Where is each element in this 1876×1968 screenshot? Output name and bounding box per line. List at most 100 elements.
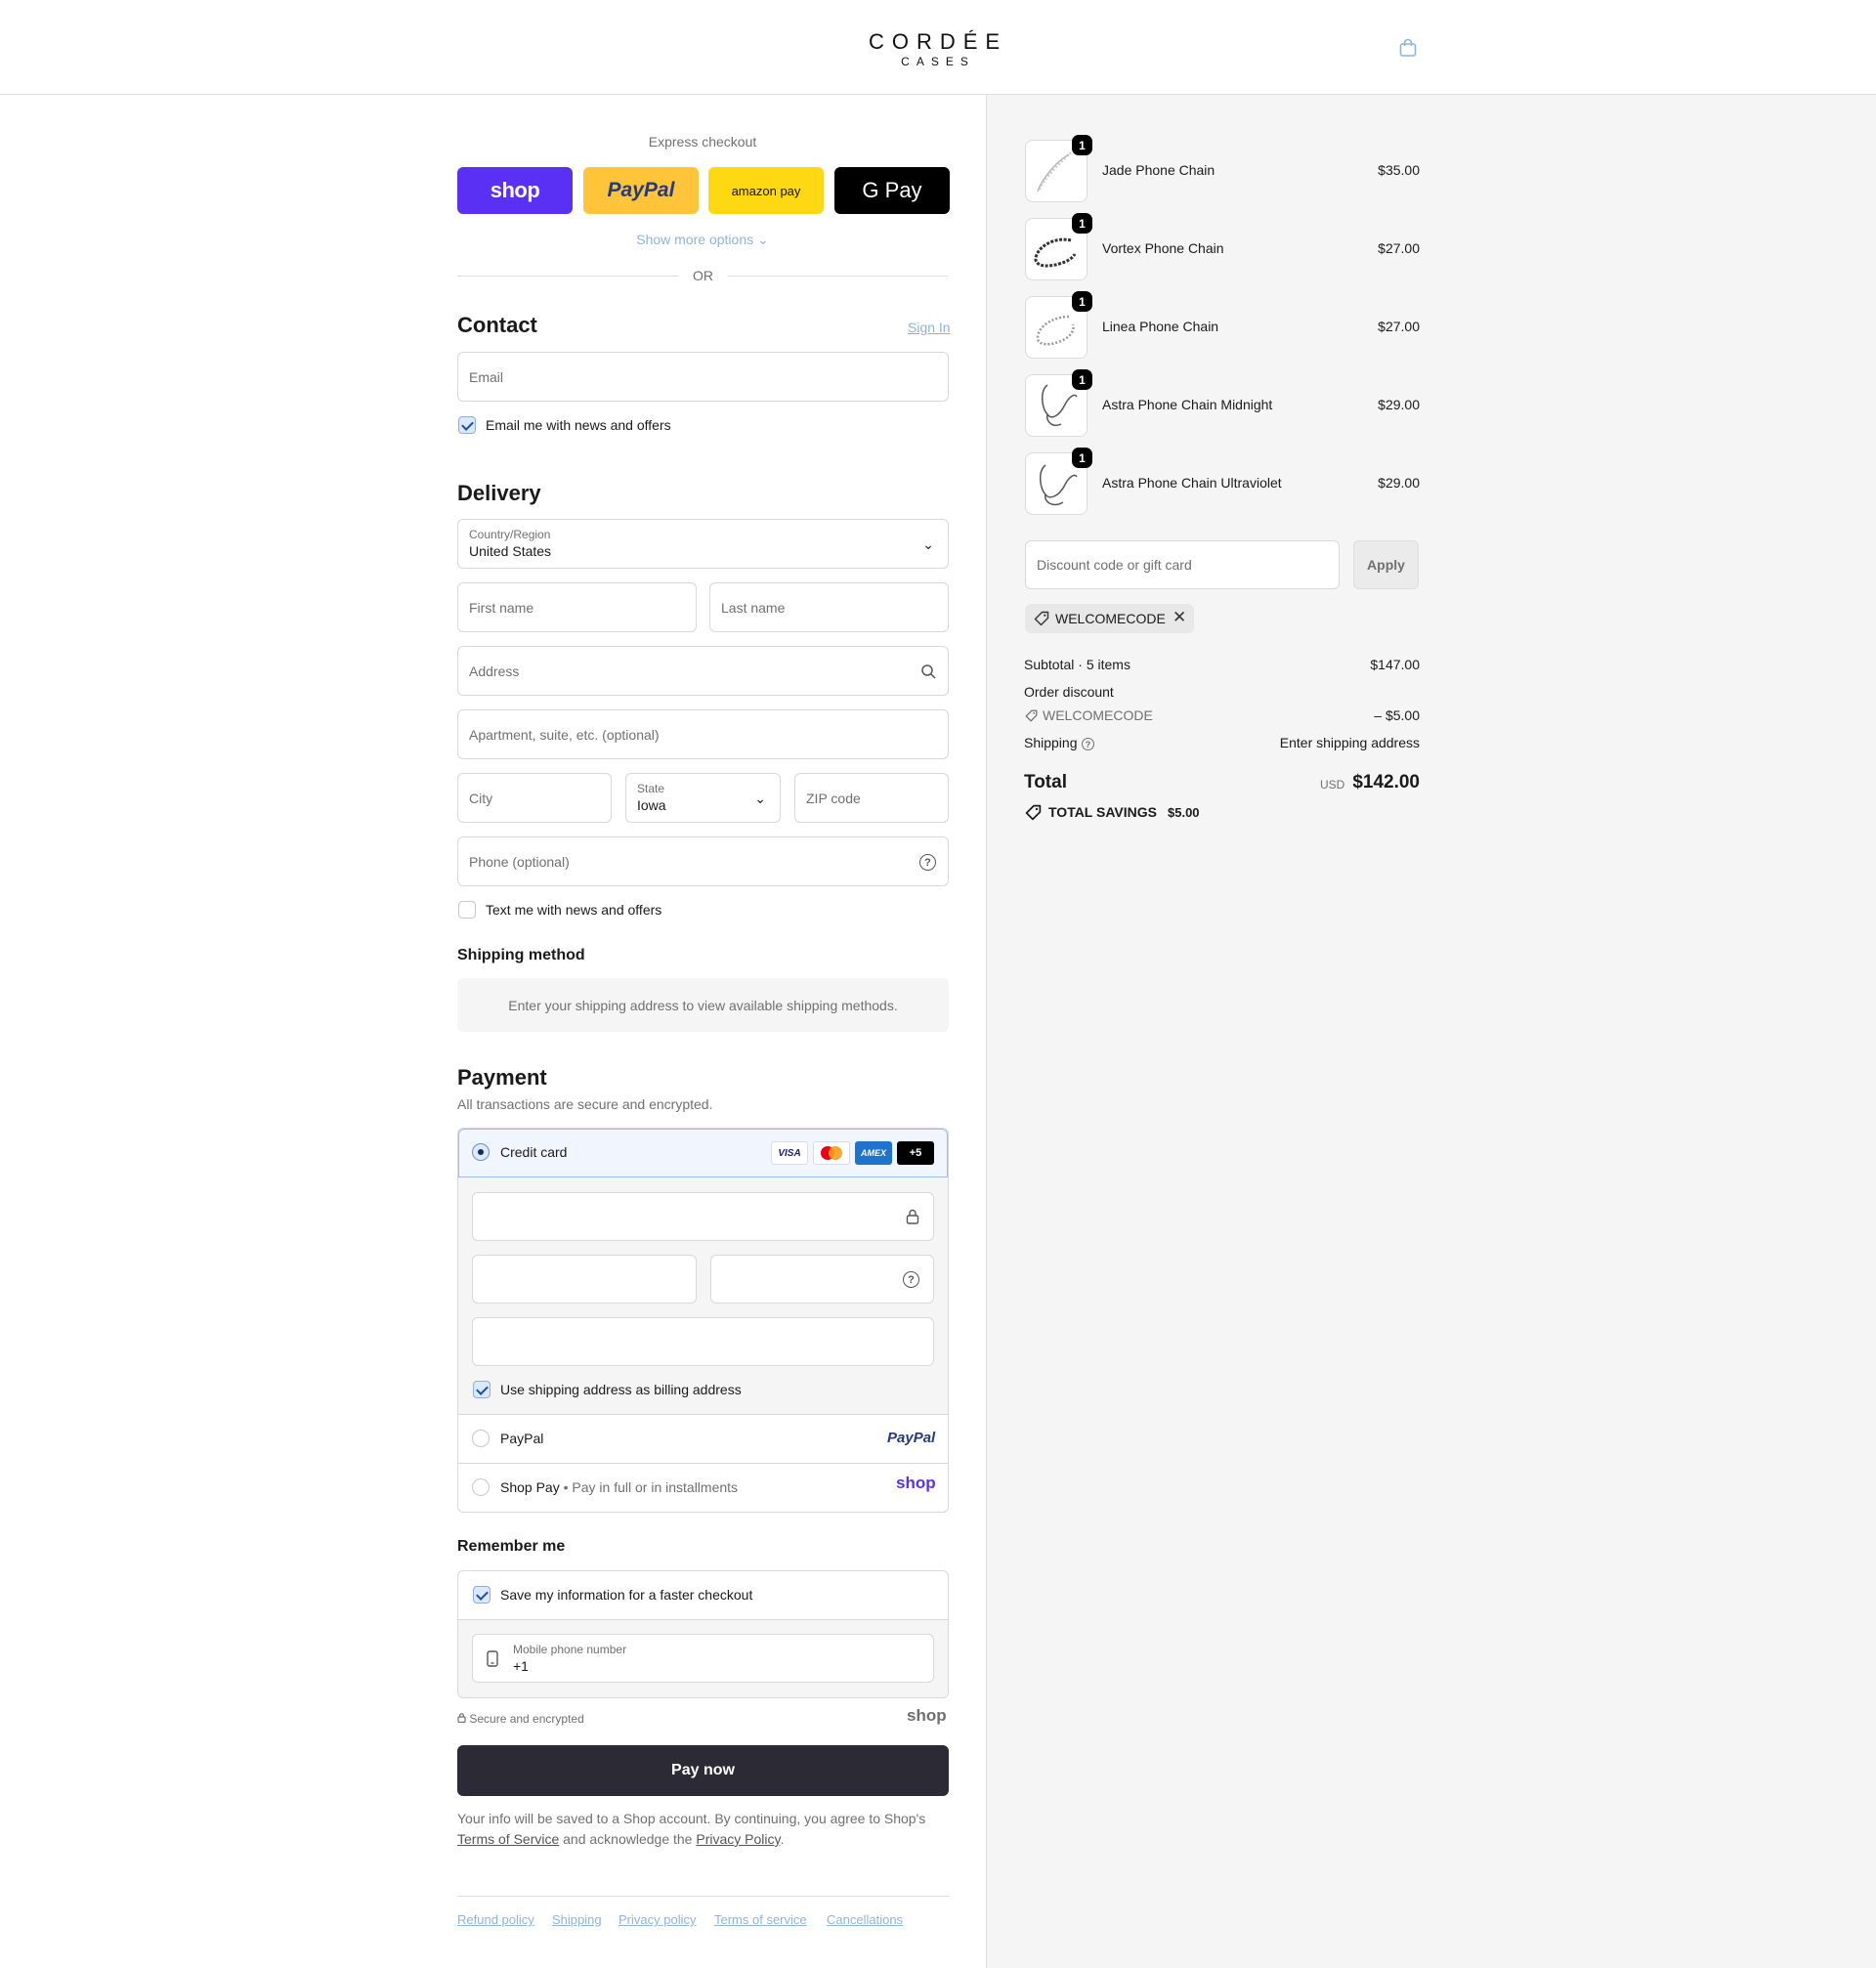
chevron-down-icon: ⌄	[757, 232, 769, 247]
product-price: $27.00	[1378, 240, 1420, 256]
discount-code-label: WELCOMECODE	[1043, 707, 1153, 723]
cancellations-link[interactable]: Cancellations	[827, 1912, 903, 1927]
pay-now-button[interactable]: Pay now	[457, 1745, 949, 1796]
text-news-checkbox[interactable]	[458, 901, 476, 919]
discount-value: – $5.00	[1374, 707, 1420, 723]
savings-tag-icon	[1025, 804, 1042, 825]
shop-pay-name: Shop Pay	[500, 1479, 560, 1495]
zip-field[interactable]: ZIP code	[794, 773, 949, 823]
amex-icon: AMEX	[855, 1141, 892, 1165]
product-name: Jade Phone Chain	[1102, 162, 1215, 178]
mobile-phone-field[interactable]: Mobile phone number +1	[472, 1634, 934, 1683]
subtotal-value: $147.00	[1370, 657, 1420, 672]
product-price: $29.00	[1378, 397, 1420, 412]
billing-address-checkbox[interactable]	[473, 1381, 490, 1398]
security-code-field[interactable]: ?	[710, 1255, 934, 1304]
card-number-field[interactable]	[472, 1192, 934, 1241]
legal-text-1: Your info will be saved to a Shop accoun…	[457, 1811, 926, 1826]
first-name-placeholder: First name	[469, 599, 534, 616]
shop-logo: shop	[907, 1706, 947, 1725]
brand-logo[interactable]: CORDÉE	[0, 29, 1876, 55]
gpay-label: G Pay	[862, 178, 922, 202]
name-on-card-field[interactable]	[472, 1317, 934, 1366]
credit-card-radio[interactable]	[472, 1143, 490, 1161]
divider-right	[728, 276, 948, 277]
payment-title: Payment	[457, 1065, 547, 1090]
search-icon[interactable]	[920, 663, 936, 683]
mobile-phone-value: +1	[513, 1658, 529, 1674]
total-label: Total	[1024, 772, 1067, 792]
billing-address-label: Use shipping address as billing address	[500, 1382, 742, 1397]
last-name-field[interactable]: Last name	[709, 582, 949, 632]
phone-placeholder: Phone (optional)	[469, 853, 570, 870]
state-select[interactable]: State Iowa ⌄	[625, 773, 781, 823]
google-pay-express-button[interactable]: G Pay	[834, 167, 950, 214]
country-select[interactable]: Country/Region United States ⌄	[457, 519, 949, 569]
secure-encrypted-note: Secure and encrypted	[457, 1712, 584, 1726]
show-more-label: Show more options	[636, 232, 754, 247]
chevron-down-icon: ⌄	[922, 536, 934, 552]
total-savings-value: $5.00	[1168, 805, 1200, 820]
apply-discount-button[interactable]: Apply	[1353, 540, 1419, 589]
expiration-field[interactable]	[472, 1255, 697, 1304]
state-label: State	[637, 782, 665, 795]
state-value: Iowa	[637, 797, 666, 813]
save-info-checkbox[interactable]	[473, 1586, 490, 1604]
legal-period: .	[780, 1831, 785, 1847]
paypal-express-button[interactable]: PayPal	[583, 167, 699, 214]
currency-label: USD	[1320, 778, 1345, 791]
save-info-label: Save my information for a faster checkou…	[500, 1587, 753, 1603]
paypal-label: PayPal	[500, 1431, 544, 1446]
shipping-method-title: Shipping method	[457, 947, 585, 963]
privacy-policy-link[interactable]: Privacy Policy	[696, 1831, 780, 1847]
paypal-radio[interactable]	[472, 1430, 490, 1447]
bullet: •	[563, 1479, 569, 1495]
shipping-method-notice: Enter your shipping address to view avai…	[457, 978, 949, 1032]
remove-discount-icon[interactable]: ✕	[1172, 608, 1186, 627]
paypal-label: PayPal	[607, 179, 675, 201]
cart-icon[interactable]	[1398, 38, 1418, 58]
email-field[interactable]: Email	[457, 352, 949, 402]
shop-pay-express-button[interactable]: shop	[457, 167, 573, 214]
express-checkout-title: Express checkout	[648, 134, 757, 150]
product-name: Astra Phone Chain Ultraviolet	[1102, 475, 1282, 491]
quantity-badge: 1	[1072, 369, 1092, 390]
total-savings-label: TOTAL SAVINGS	[1048, 804, 1157, 820]
terms-of-service-footer-link[interactable]: Terms of service	[714, 1912, 807, 1927]
email-placeholder: Email	[469, 368, 504, 385]
email-news-checkbox[interactable]	[458, 416, 476, 434]
first-name-field[interactable]: First name	[457, 582, 697, 632]
discount-placeholder: Discount code or gift card	[1037, 557, 1192, 573]
city-placeholder: City	[469, 790, 493, 806]
order-discount-label: Order discount	[1024, 684, 1114, 700]
discount-code-field[interactable]: Discount code or gift card	[1025, 540, 1340, 589]
shipping-policy-link[interactable]: Shipping	[552, 1912, 602, 1927]
legal-text: Your info will be saved to a Shop accoun…	[457, 1809, 949, 1850]
chevron-down-icon: ⌄	[754, 791, 766, 806]
phone-field[interactable]: Phone (optional) ?	[457, 836, 949, 886]
help-icon[interactable]: ?	[919, 854, 936, 871]
city-field[interactable]: City	[457, 773, 612, 823]
quantity-badge: 1	[1072, 135, 1092, 155]
address-field[interactable]: Address	[457, 646, 949, 696]
terms-of-service-link[interactable]: Terms of Service	[457, 1831, 559, 1847]
subtotal-label: Subtotal · 5 items	[1024, 657, 1130, 672]
mobile-phone-label: Mobile phone number	[513, 1643, 627, 1656]
show-more-options-link[interactable]: Show more options ⌄	[457, 232, 948, 248]
or-divider: OR	[693, 268, 713, 283]
help-icon[interactable]: ?	[903, 1271, 919, 1288]
secure-text: Secure and encrypted	[469, 1712, 584, 1726]
quantity-badge: 1	[1072, 213, 1092, 234]
tag-icon	[1034, 611, 1049, 630]
sign-in-link[interactable]: Sign In	[908, 320, 951, 335]
privacy-policy-footer-link[interactable]: Privacy policy	[618, 1912, 696, 1927]
text-news-label: Text me with news and offers	[486, 902, 662, 918]
footer-divider	[457, 1896, 949, 1897]
shop-pay-radio[interactable]	[472, 1478, 490, 1496]
apartment-field[interactable]: Apartment, suite, etc. (optional)	[457, 709, 949, 759]
shop-pay-label: Shop Pay • Pay in full or in installment…	[500, 1479, 738, 1495]
amazon-pay-express-button[interactable]: amazon pay	[708, 167, 824, 214]
delivery-title: Delivery	[457, 481, 541, 505]
shipping-help-icon[interactable]: ?	[1082, 738, 1094, 750]
refund-policy-link[interactable]: Refund policy	[457, 1912, 534, 1927]
